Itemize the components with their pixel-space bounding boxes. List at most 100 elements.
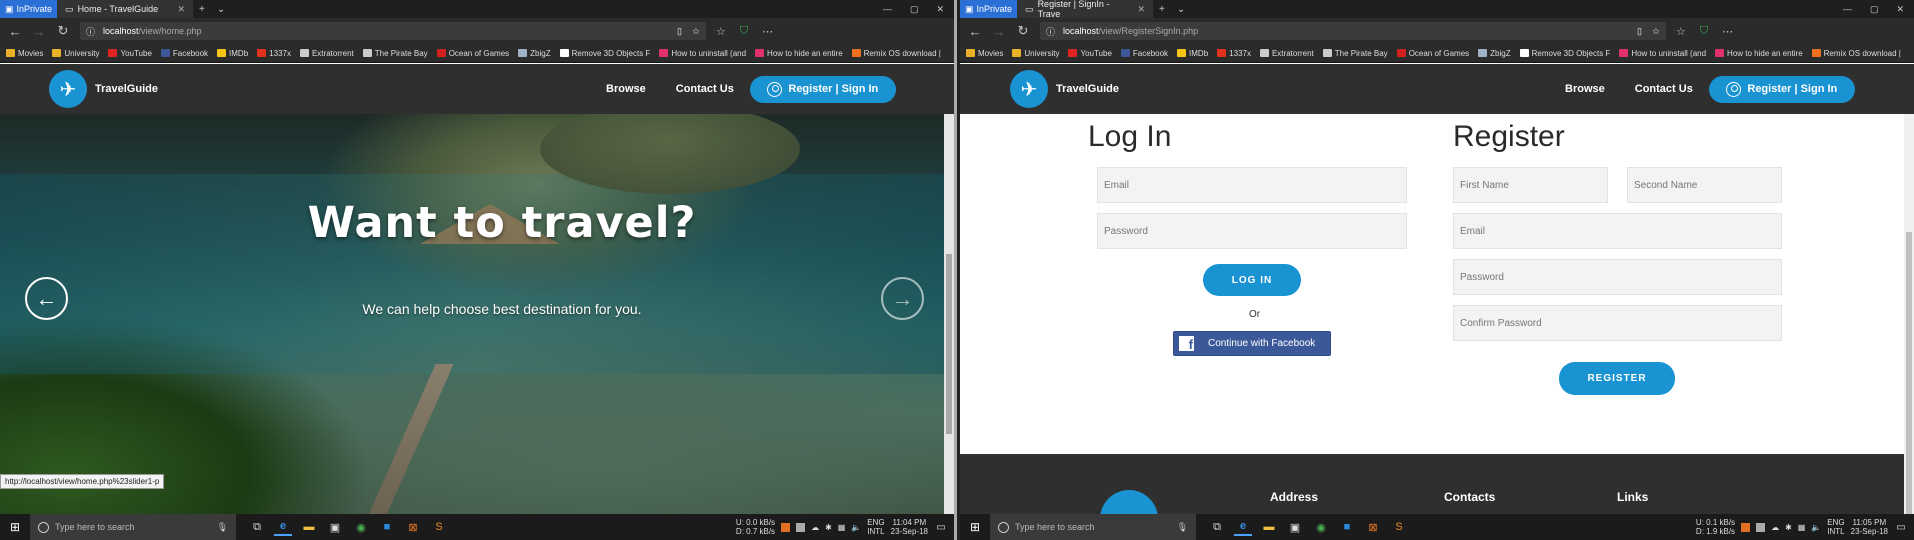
network-icon[interactable]: ▦ [838, 523, 846, 532]
windows-start-icon[interactable]: ⊞ [0, 520, 30, 534]
onedrive-icon[interactable]: ☁ [811, 523, 819, 532]
more-icon[interactable]: ⋯ [762, 25, 773, 38]
login-button[interactable]: LOG IN [1203, 264, 1301, 296]
favorite-item[interactable]: How to uninstall (and [659, 49, 746, 58]
facebook-login-button[interactable]: f Continue with Facebook [1173, 331, 1331, 356]
volume-icon[interactable]: 🔈 [1811, 523, 1821, 532]
notification-icon[interactable]: ▭ [1894, 522, 1908, 533]
url-field[interactable]: ⓘ localhost/view/home.php ▯ ☆ [80, 22, 706, 40]
taskbar-search[interactable]: Type here to search 🎙 [30, 514, 236, 540]
maximize-icon[interactable]: ▢ [1870, 4, 1879, 15]
favorite-item[interactable]: Remix OS download | [851, 49, 941, 58]
favorite-item[interactable]: ZbigZ [518, 49, 551, 58]
login-email-field[interactable]: Email [1097, 167, 1407, 203]
close-icon[interactable]: ✕ [1896, 4, 1904, 15]
scrollbar-thumb[interactable] [1906, 232, 1912, 532]
register-button[interactable]: REGISTER [1559, 362, 1675, 395]
bluetooth-icon[interactable]: ✱ [1785, 523, 1792, 532]
reading-view-icon[interactable]: ▯ [1637, 26, 1642, 37]
refresh-icon[interactable]: ↻ [56, 23, 70, 39]
favorite-item[interactable]: Ocean of Games [436, 49, 509, 58]
tray-app-icon[interactable] [796, 522, 806, 532]
confirm-password-field[interactable]: Confirm Password [1453, 305, 1782, 341]
language-indicator[interactable]: ENG INTL [867, 518, 884, 536]
close-tab-icon[interactable]: ✕ [178, 4, 186, 15]
favorite-item[interactable]: ZbigZ [1478, 49, 1511, 58]
extension-shield-icon[interactable]: ⛉ [1700, 25, 1708, 38]
sublime-icon[interactable]: S [430, 518, 448, 536]
reading-view-icon[interactable]: ▯ [677, 26, 682, 37]
favorite-item[interactable]: 1337x [257, 49, 291, 58]
favorite-item[interactable]: Movies [966, 49, 1003, 58]
back-icon[interactable]: ← [8, 24, 22, 39]
favorite-item[interactable]: YouTube [1068, 49, 1112, 58]
chevron-down-icon[interactable]: ⌄ [211, 4, 231, 15]
taskbar-search[interactable]: Type here to search 🎙 [990, 514, 1196, 540]
volume-icon[interactable]: 🔈 [851, 523, 861, 532]
tray-app-icon[interactable] [1741, 522, 1751, 532]
favorite-item[interactable]: The Pirate Bay [362, 49, 428, 58]
new-tab-icon[interactable]: + [193, 4, 211, 15]
register-password-field[interactable]: Password [1453, 259, 1782, 295]
favorite-item[interactable]: University [52, 49, 99, 58]
favorite-item[interactable]: Movies [6, 49, 43, 58]
new-tab-icon[interactable]: + [1153, 4, 1171, 15]
app-blue-icon[interactable]: ■ [378, 518, 396, 536]
star-icon[interactable]: ☆ [692, 26, 700, 37]
favorite-item[interactable]: Remix OS download | [1811, 49, 1901, 58]
clock[interactable]: 11:05 PM 23-Sep-18 [1851, 518, 1888, 536]
register-signin-button[interactable]: Register | Sign In [1708, 75, 1855, 103]
edge-icon[interactable]: e [274, 518, 292, 536]
onedrive-icon[interactable]: ☁ [1771, 523, 1779, 532]
favorite-item[interactable]: IMDb [217, 49, 248, 58]
forward-icon[interactable]: → [992, 24, 1006, 39]
xampp-icon[interactable]: ⊠ [404, 518, 422, 536]
favorite-item[interactable]: IMDb [1177, 49, 1208, 58]
slider-next-arrow-icon[interactable]: → [881, 277, 924, 320]
notification-icon[interactable]: ▭ [934, 522, 948, 533]
sublime-icon[interactable]: S [1390, 518, 1408, 536]
favorite-item[interactable]: How to hide an entire [1715, 49, 1803, 58]
favorite-item[interactable]: Extratorrent [1259, 49, 1314, 58]
microphone-icon[interactable]: 🎙 [1177, 522, 1188, 533]
nav-browse[interactable]: Browse [1565, 83, 1605, 95]
brand-name[interactable]: TravelGuide [1056, 83, 1119, 95]
favorite-item[interactable]: Remove 3D Objects F [1519, 49, 1610, 58]
edge-icon[interactable]: e [1234, 518, 1252, 536]
close-tab-icon[interactable]: ✕ [1138, 4, 1146, 15]
star-icon[interactable]: ☆ [1652, 26, 1660, 37]
language-indicator[interactable]: ENG INTL [1827, 518, 1844, 536]
favorite-item[interactable]: Facebook [160, 49, 208, 58]
register-email-field[interactable]: Email [1453, 213, 1782, 249]
tab-register[interactable]: ▭ Register | SignIn - Trave ✕ [1017, 0, 1154, 19]
xampp-icon[interactable]: ⊠ [1364, 518, 1382, 536]
task-view-icon[interactable]: ⧉ [1208, 518, 1226, 536]
minimize-icon[interactable]: — [883, 4, 892, 15]
favorites-hub-icon[interactable]: ☆ [1676, 25, 1686, 38]
extension-shield-icon[interactable]: ⛉ [740, 25, 748, 38]
favorite-item[interactable]: Extratorrent [299, 49, 354, 58]
nav-browse[interactable]: Browse [606, 83, 646, 95]
chrome-icon[interactable]: ◉ [352, 518, 370, 536]
favorite-item[interactable]: Facebook [1120, 49, 1168, 58]
scrollbar[interactable] [944, 114, 954, 514]
favorite-item[interactable]: Ocean of Games [1396, 49, 1469, 58]
scrollbar-thumb[interactable] [946, 254, 952, 434]
first-name-field[interactable]: First Name [1453, 167, 1608, 203]
bluetooth-icon[interactable]: ✱ [825, 523, 832, 532]
minimize-icon[interactable]: — [1843, 4, 1852, 15]
refresh-icon[interactable]: ↻ [1016, 23, 1030, 39]
maximize-icon[interactable]: ▢ [910, 4, 919, 15]
login-password-field[interactable]: Password [1097, 213, 1407, 249]
scrollbar[interactable] [1904, 114, 1914, 532]
windows-start-icon[interactable]: ⊞ [960, 520, 990, 534]
airplane-logo-icon[interactable]: ✈ [1010, 70, 1048, 108]
forward-icon[interactable]: → [32, 24, 46, 39]
network-icon[interactable]: ▦ [1798, 523, 1806, 532]
favorite-item[interactable]: How to hide an entire [755, 49, 843, 58]
nav-contact-us[interactable]: Contact Us [1635, 83, 1693, 95]
back-icon[interactable]: ← [968, 24, 982, 39]
app-blue-icon[interactable]: ■ [1338, 518, 1356, 536]
store-icon[interactable]: ▣ [326, 518, 344, 536]
tray-app-icon[interactable] [1756, 522, 1766, 532]
